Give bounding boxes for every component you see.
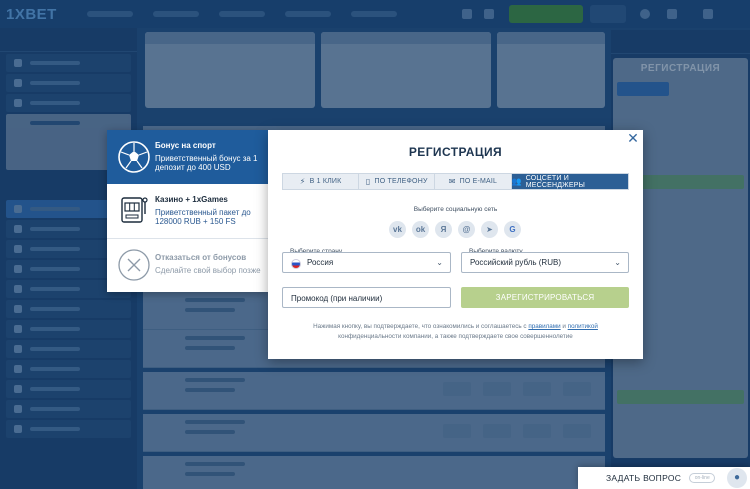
- bonus-sport-desc: Приветственный бонус за 1 депозит до 400…: [155, 154, 258, 172]
- tab-label: ПО ТЕЛЕФОНУ: [374, 178, 428, 185]
- tab-label: ПО E-MAIL: [459, 178, 498, 185]
- rules-link[interactable]: правилами: [528, 323, 560, 330]
- social-network-label: Выберите социальную сеть: [413, 206, 498, 213]
- promo-placeholder: Промокод (при наличии): [291, 294, 383, 303]
- legal-text: Нажимая кнопку, вы подтверждаете, что оз…: [313, 323, 527, 330]
- vk-icon[interactable]: vk: [389, 221, 406, 238]
- currency-select[interactable]: Российский рубль (RUB) ⌄: [461, 252, 629, 273]
- soccer-ball-icon: [118, 141, 150, 173]
- ask-question-widget[interactable]: ЗАДАТЬ ВОПРОС on-line ●: [578, 467, 750, 489]
- tab-social[interactable]: 👥 СОЦСЕТИ И МЕССЕНДЖЕРЫ: [511, 174, 629, 189]
- close-icon[interactable]: ✕: [627, 131, 639, 145]
- promo-code-input[interactable]: Промокод (при наличии): [282, 287, 451, 308]
- chevron-down-icon: ⌄: [614, 258, 621, 267]
- bonus-sport-title: Бонус на спорт: [155, 141, 216, 150]
- bonus-casino-title: Казино + 1xGames: [155, 195, 228, 204]
- mail-ru-icon[interactable]: @: [458, 221, 475, 238]
- google-icon[interactable]: G: [504, 221, 521, 238]
- currency-value: Российский рубль (RUB): [470, 258, 561, 267]
- envelope-icon: ✉: [448, 177, 456, 186]
- bonus-option-refuse[interactable]: Отказаться от бонусов Сделайте свой выбо…: [107, 239, 268, 292]
- registration-modal: ✕ РЕГИСТРАЦИЯ ⚡ В 1 КЛИК ▯ ПО ТЕЛЕФОНУ ✉…: [268, 130, 643, 359]
- bonus-option-sport[interactable]: Бонус на спорт Приветственный бонус за 1…: [107, 130, 268, 184]
- users-icon: 👥: [511, 177, 522, 186]
- tab-label: В 1 КЛИК: [309, 178, 342, 185]
- legal-text: конфиденциальности компании, а также под…: [338, 333, 573, 340]
- country-value: Россия: [307, 258, 334, 267]
- chevron-down-icon: ⌄: [436, 258, 443, 267]
- lightning-icon: ⚡: [299, 177, 306, 186]
- ask-question-label: ЗАДАТЬ ВОПРОС: [606, 473, 682, 483]
- tab-one-click[interactable]: ⚡ В 1 КЛИК: [283, 174, 360, 189]
- close-circle-icon: [118, 249, 150, 281]
- bonus-selector: Бонус на спорт Приветственный бонус за 1…: [107, 130, 268, 292]
- tab-phone[interactable]: ▯ ПО ТЕЛЕФОНУ: [359, 174, 436, 189]
- modal-title: РЕГИСТРАЦИЯ: [408, 145, 503, 159]
- privacy-policy-link[interactable]: политикой: [568, 323, 598, 330]
- yandex-icon[interactable]: Я: [435, 221, 452, 238]
- country-select[interactable]: Россия ⌄: [282, 252, 451, 273]
- phone-icon: ▯: [365, 177, 371, 186]
- slot-machine-icon: [121, 197, 148, 223]
- tab-label: СОЦСЕТИ И МЕССЕНДЖЕРЫ: [525, 174, 585, 189]
- bonus-casino-desc: Приветственный пакет до 128000 RUB + 150…: [155, 208, 251, 226]
- social-network-list: vk ok Я @ ➤ G: [389, 221, 527, 238]
- legal-notice: Нажимая кнопку, вы подтверждаете, что оз…: [298, 322, 613, 342]
- legal-text: и: [562, 323, 566, 330]
- odnoklassniki-icon[interactable]: ok: [412, 221, 429, 238]
- russia-flag-icon: [291, 259, 301, 269]
- register-submit-button[interactable]: ЗАРЕГИСТРИРОВАТЬСЯ: [461, 287, 629, 308]
- bonus-option-casino[interactable]: Казино + 1xGames Приветственный пакет до…: [107, 184, 268, 238]
- registration-tabs: ⚡ В 1 КЛИК ▯ ПО ТЕЛЕФОНУ ✉ ПО E-MAIL 👥 С…: [282, 173, 629, 190]
- telegram-icon[interactable]: ➤: [481, 221, 498, 238]
- bonus-refuse-desc: Сделайте свой выбор позже: [155, 266, 261, 275]
- online-status-badge: on-line: [689, 473, 716, 483]
- chat-icon[interactable]: ●: [727, 468, 747, 488]
- bonus-refuse-title: Отказаться от бонусов: [155, 253, 247, 262]
- tab-email[interactable]: ✉ ПО E-MAIL: [435, 174, 512, 189]
